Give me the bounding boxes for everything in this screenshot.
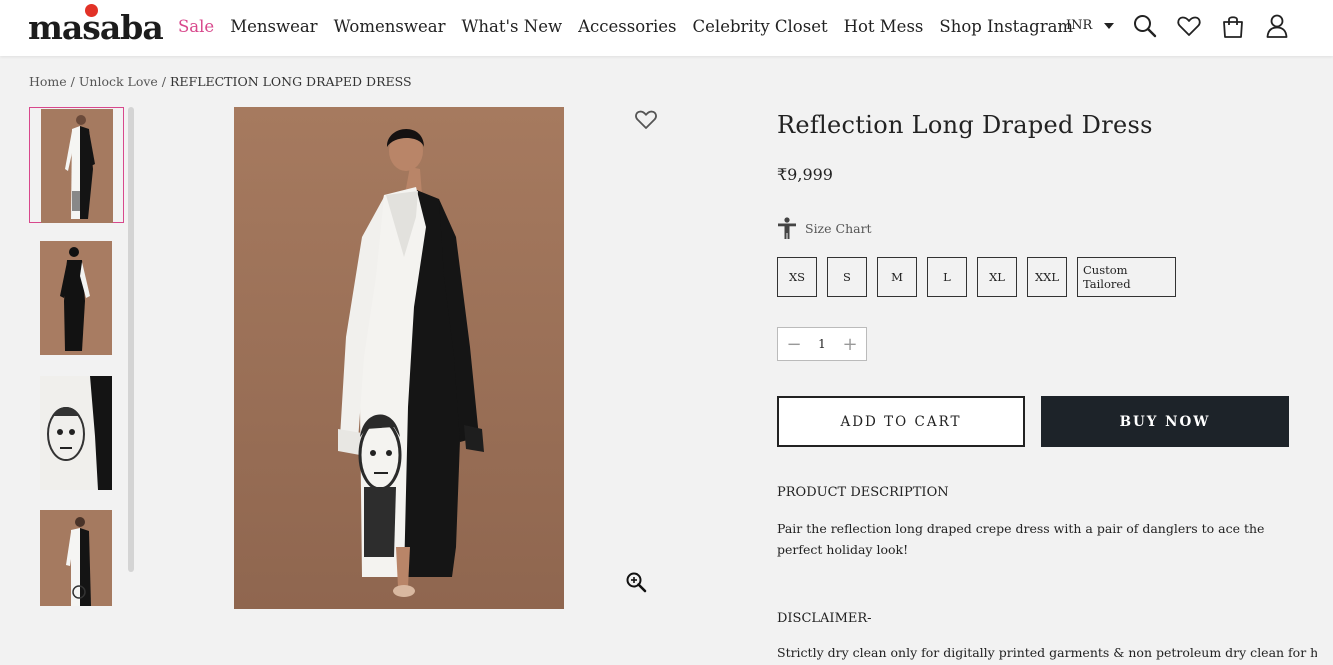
add-to-cart-button[interactable]: ADD TO CART xyxy=(777,396,1025,447)
nav-womenswear[interactable]: Womenswear xyxy=(334,17,446,36)
currency-value: INR xyxy=(1066,18,1093,33)
product-main-image[interactable] xyxy=(234,107,564,609)
nav-menswear[interactable]: Menswear xyxy=(230,17,317,36)
bag-icon[interactable] xyxy=(1220,13,1246,39)
nav-celebrity-closet[interactable]: Celebrity Closet xyxy=(693,17,828,36)
breadcrumb-home[interactable]: Home xyxy=(29,74,67,89)
wishlist-heart-icon[interactable] xyxy=(634,107,658,131)
search-icon[interactable] xyxy=(1132,13,1158,39)
size-option-m[interactable]: M xyxy=(877,257,917,297)
plus-icon[interactable]: + xyxy=(842,334,858,355)
currency-selector[interactable]: INR xyxy=(1066,18,1115,33)
size-option-custom-tailored[interactable]: Custom Tailored xyxy=(1077,257,1176,297)
main-nav: Sale Menswear Womenswear What's New Acce… xyxy=(178,17,1073,36)
breadcrumb-collection[interactable]: Unlock Love xyxy=(79,74,158,89)
nav-hot-mess[interactable]: Hot Mess xyxy=(844,17,924,36)
site-header: masaba Sale Menswear Womenswear What's N… xyxy=(0,0,1333,56)
breadcrumb-separator: / xyxy=(66,74,79,89)
thumbnail-image xyxy=(40,510,112,606)
buy-now-button[interactable]: BUY NOW xyxy=(1041,396,1289,447)
size-option-xs[interactable]: XS xyxy=(777,257,817,297)
logo-text: masaba xyxy=(28,8,164,47)
thumbnail-image xyxy=(40,241,112,355)
zoom-in-icon[interactable] xyxy=(625,571,647,593)
quantity-stepper: − 1 + xyxy=(777,327,867,361)
size-options: XS S M L XL XXL Custom Tailored xyxy=(777,257,1176,297)
breadcrumb: Home / Unlock Love / REFLECTION LONG DRA… xyxy=(29,74,412,89)
breadcrumb-separator: / xyxy=(157,74,170,89)
user-icon[interactable] xyxy=(1264,13,1290,39)
thumbnail-image xyxy=(41,109,113,223)
masaba-logo[interactable]: masaba xyxy=(28,4,164,47)
thumbnail-3[interactable] xyxy=(29,376,124,492)
nav-sale[interactable]: Sale xyxy=(178,17,214,36)
size-option-l[interactable]: L xyxy=(927,257,967,297)
nav-accessories[interactable]: Accessories xyxy=(578,17,676,36)
nav-whats-new[interactable]: What's New xyxy=(461,17,562,36)
size-chart-label: Size Chart xyxy=(805,220,872,236)
size-option-xl[interactable]: XL xyxy=(977,257,1017,297)
description-text: Pair the reflection long draped crepe dr… xyxy=(777,521,1265,557)
size-option-s[interactable]: S xyxy=(827,257,867,297)
caret-down-icon xyxy=(1104,22,1115,29)
heart-icon[interactable] xyxy=(1176,13,1202,39)
thumbnail-image xyxy=(40,376,112,490)
thumbnail-1[interactable] xyxy=(29,107,124,223)
size-chart-link[interactable]: Size Chart xyxy=(777,217,872,239)
size-option-xxl[interactable]: XXL xyxy=(1027,257,1067,297)
quantity-value[interactable]: 1 xyxy=(818,337,826,351)
thumbnail-scrollbar[interactable] xyxy=(128,107,134,572)
breadcrumb-current: REFLECTION LONG DRAPED DRESS xyxy=(169,74,412,89)
minus-icon[interactable]: − xyxy=(786,334,802,355)
product-title: Reflection Long Draped Dress xyxy=(777,111,1153,139)
disclaimer-heading: DISCLAIMER- xyxy=(777,611,872,626)
product-price: ₹9,999 xyxy=(777,165,833,184)
size-chart-icon xyxy=(778,217,796,239)
thumbnail-4[interactable] xyxy=(29,510,124,610)
disclaimer-text: Strictly dry clean only for digitally pr… xyxy=(777,645,1317,660)
nav-shop-instagram[interactable]: Shop Instagram xyxy=(939,17,1073,36)
description-heading: PRODUCT DESCRIPTION xyxy=(777,485,949,500)
thumbnail-2[interactable] xyxy=(29,241,124,357)
